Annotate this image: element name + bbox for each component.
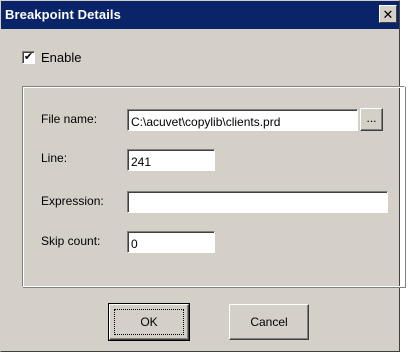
breakpoint-details-dialog: Breakpoint Details ✕ ✔ Enable File name:…: [0, 0, 405, 352]
file-name-field[interactable]: [127, 109, 358, 131]
line-label: Line:: [41, 151, 68, 165]
ok-button[interactable]: OK: [108, 303, 190, 341]
close-button[interactable]: ✕: [379, 5, 397, 23]
line-field[interactable]: [127, 149, 215, 171]
browse-button[interactable]: ...: [360, 108, 383, 131]
file-name-label: File name:: [41, 112, 98, 126]
window-title: Breakpoint Details: [5, 7, 121, 22]
enable-checkbox[interactable]: ✔: [22, 51, 35, 64]
title-bar[interactable]: Breakpoint Details ✕: [1, 1, 399, 29]
enable-label[interactable]: Enable: [41, 50, 81, 65]
browse-ellipsis-icon: ...: [366, 110, 377, 125]
cancel-button-label: Cancel: [250, 315, 288, 329]
close-icon: ✕: [382, 6, 394, 22]
expression-label: Expression:: [41, 194, 104, 208]
enable-checkbox-row[interactable]: ✔ Enable: [22, 50, 81, 65]
skip-count-label: Skip count:: [41, 234, 101, 248]
cancel-button[interactable]: Cancel: [229, 304, 309, 340]
focus-ring: [114, 309, 184, 335]
checkmark-icon: ✔: [23, 51, 34, 63]
skip-count-field[interactable]: [127, 231, 215, 253]
expression-field[interactable]: [127, 191, 388, 213]
